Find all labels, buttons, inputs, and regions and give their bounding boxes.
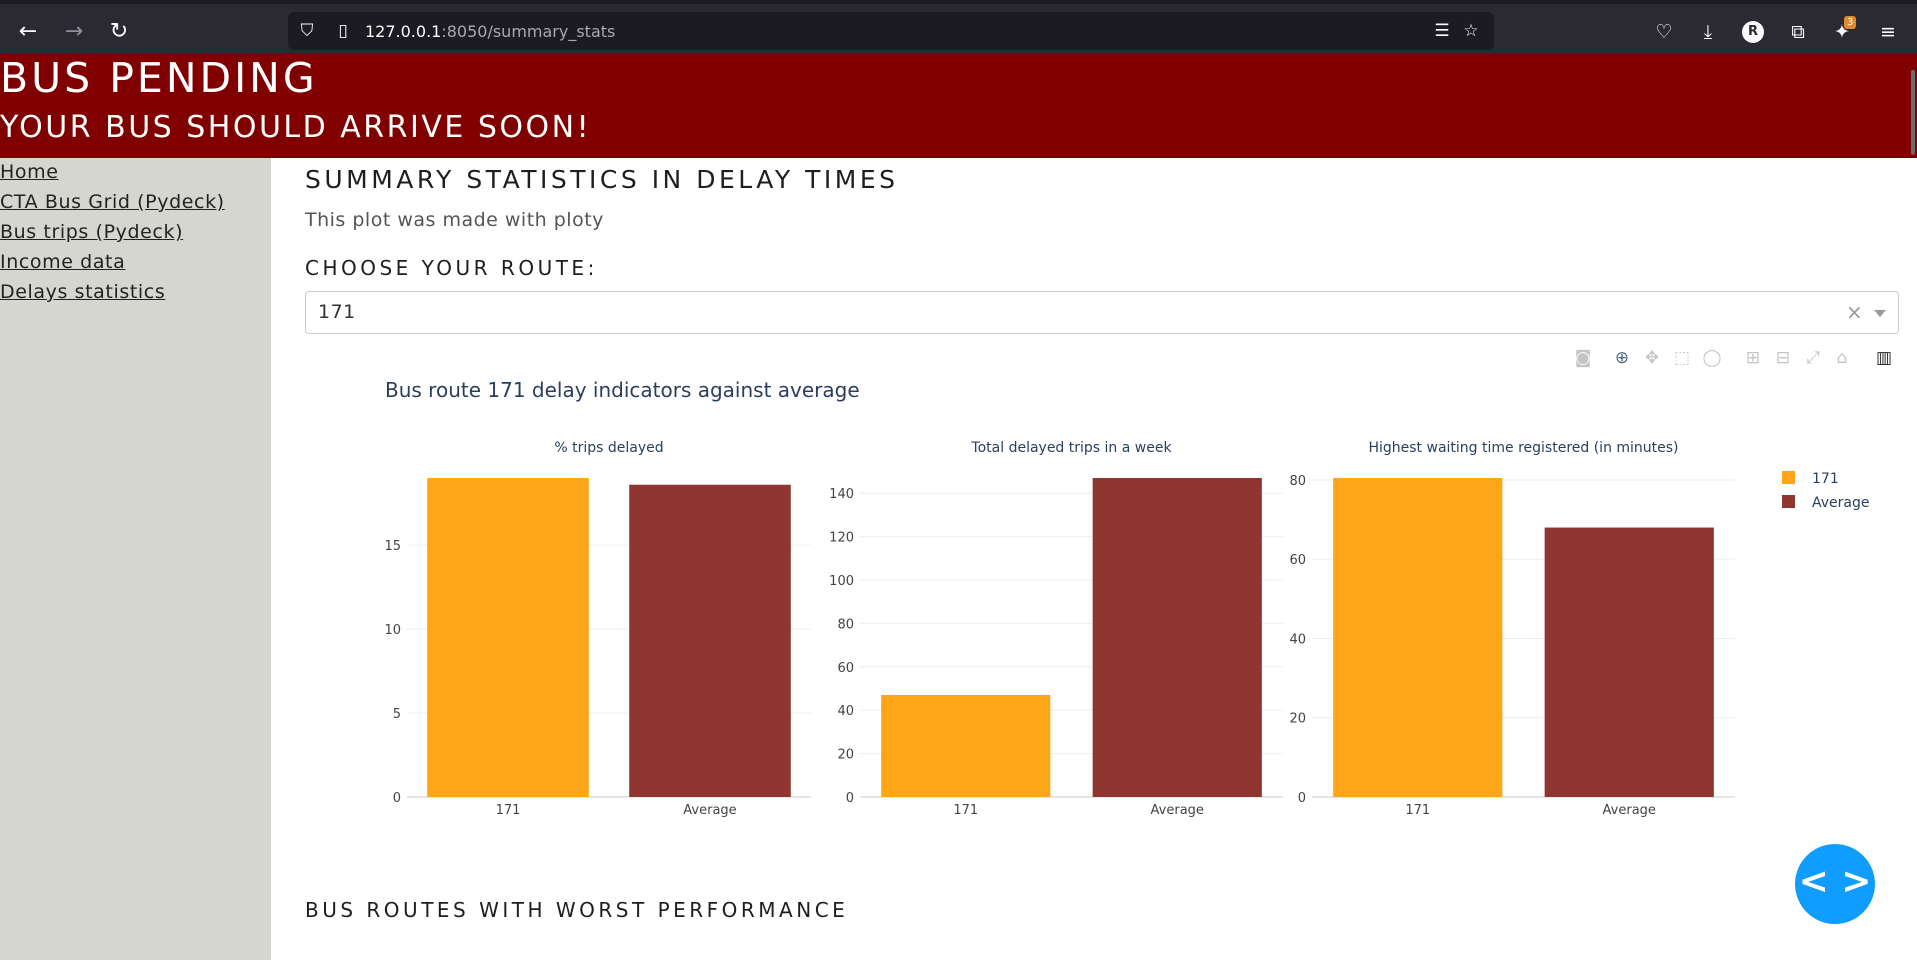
page-subtitle: YOUR BUS SHOULD ARRIVE SOON! [0,110,592,145]
extension-badge: 3 [1844,16,1857,29]
pocket-icon[interactable]: ♡ [1650,18,1678,46]
url-host: 127.0.0.1 [365,22,442,41]
pan-icon[interactable]: ✥ [1640,346,1664,370]
browser-toolbar: ← → ↻ ⛉ ▯ 127.0.0.1:8050/summary_stats ☰… [0,0,1917,54]
y-tick-label: 0 [1298,791,1306,806]
url-text[interactable]: 127.0.0.1:8050/summary_stats [365,22,615,41]
extensions-icon[interactable]: ⧉ [1784,18,1812,46]
forward-arrow-icon[interactable]: → [60,18,88,46]
next-section-title: BUS ROUTES WITH WORST PERFORMANCE [305,898,849,922]
url-path: :8050/summary_stats [441,22,616,41]
download-icon[interactable]: ⤓ [1694,18,1722,46]
plot-note: This plot was made with ploty [305,209,604,231]
chart-title: Bus route 171 delay indicators against a… [385,378,860,402]
bar [1544,527,1714,797]
x-tick-label: Average [1603,803,1656,818]
legend-swatch [1782,471,1795,484]
lasso-icon[interactable]: ◯ [1700,346,1724,370]
reload-icon[interactable]: ↻ [105,18,133,46]
page-title: BUS PENDING [0,54,318,102]
x-tick-label: Average [683,803,736,818]
legend-label: 171 [1812,471,1839,487]
x-tick-label: 171 [953,803,978,818]
bar [629,484,791,797]
subplot-title: Highest waiting time registered (in minu… [1368,440,1678,456]
y-tick-label: 40 [837,704,854,719]
y-tick-label: 20 [837,748,854,763]
route-dropdown[interactable]: 171 × [305,291,1899,334]
y-tick-label: 10 [384,623,401,638]
y-tick-label: 120 [829,531,854,546]
back-arrow-icon[interactable]: ← [14,18,42,46]
route-label: CHOOSE YOUR ROUTE: [305,256,598,280]
subplot-title: Total delayed trips in a week [970,440,1172,456]
y-tick-label: 40 [1289,632,1306,647]
address-bar[interactable]: ⛉ ▯ 127.0.0.1:8050/summary_stats ☰ ☆ [288,12,1494,50]
bar [1092,478,1262,797]
y-tick-label: 5 [393,707,401,722]
x-tick-label: Average [1151,803,1204,818]
box-select-icon[interactable]: ⬚ [1670,346,1694,370]
subplot-title: % trips delayed [554,440,663,456]
chevron-down-icon[interactable] [1874,310,1886,317]
sidebar-item-home[interactable]: Home [0,161,59,183]
zoom-out-icon[interactable]: ⊟ [1771,346,1795,370]
bar [1333,478,1503,797]
clear-icon[interactable]: × [1846,300,1863,324]
code-icon: < > [1798,861,1872,902]
page-scrollbar[interactable] [1911,70,1915,155]
y-tick-label: 60 [837,661,854,676]
code-toggle-button[interactable]: < > [1795,844,1875,924]
zoom-icon[interactable]: ⊕ [1610,346,1634,370]
bar [427,478,589,797]
zoom-in-icon[interactable]: ⊞ [1741,346,1765,370]
legend-label: Average [1812,495,1870,511]
app-header: BUS PENDING YOUR BUS SHOULD ARRIVE SOON! [0,54,1917,158]
sidebar-item-income-data[interactable]: Income data [0,251,125,273]
reader-view-icon[interactable]: ☰ [1431,20,1453,42]
bookmark-star-icon[interactable]: ☆ [1460,20,1482,42]
shield-icon[interactable]: ⛉ [296,20,318,42]
avatar[interactable]: R [1742,21,1764,43]
y-tick-label: 80 [1289,474,1306,489]
autoscale-icon[interactable]: ⤢ [1801,346,1825,370]
bar [881,695,1051,797]
section-title: SUMMARY STATISTICS IN DELAY TIMES [305,165,899,194]
sidebar-item-bus-trips[interactable]: Bus trips (Pydeck) [0,221,183,243]
sidebar-item-delays-statistics[interactable]: Delays statistics [0,281,165,303]
y-tick-label: 20 [1289,712,1306,727]
y-tick-label: 140 [829,487,854,502]
x-tick-label: 171 [1405,803,1430,818]
y-tick-label: 100 [829,574,854,589]
y-tick-label: 15 [384,539,401,554]
y-tick-label: 0 [846,791,854,806]
sidebar: Home CTA Bus Grid (Pydeck) Bus trips (Py… [0,158,271,960]
page-icon: ▯ [338,21,348,41]
y-tick-label: 80 [837,617,854,632]
x-tick-label: 171 [496,803,521,818]
y-tick-label: 0 [393,791,401,806]
menu-icon[interactable]: ≡ [1874,18,1902,46]
y-tick-label: 60 [1289,553,1306,568]
sidebar-item-cta-bus-grid[interactable]: CTA Bus Grid (Pydeck) [0,191,225,213]
route-selected-value: 171 [318,301,356,323]
reset-axes-icon[interactable]: ⌂ [1830,346,1854,370]
plotly-logo-icon[interactable]: ▥ [1872,346,1896,370]
legend-swatch [1782,495,1795,508]
camera-icon[interactable]: ◙ [1571,346,1595,370]
